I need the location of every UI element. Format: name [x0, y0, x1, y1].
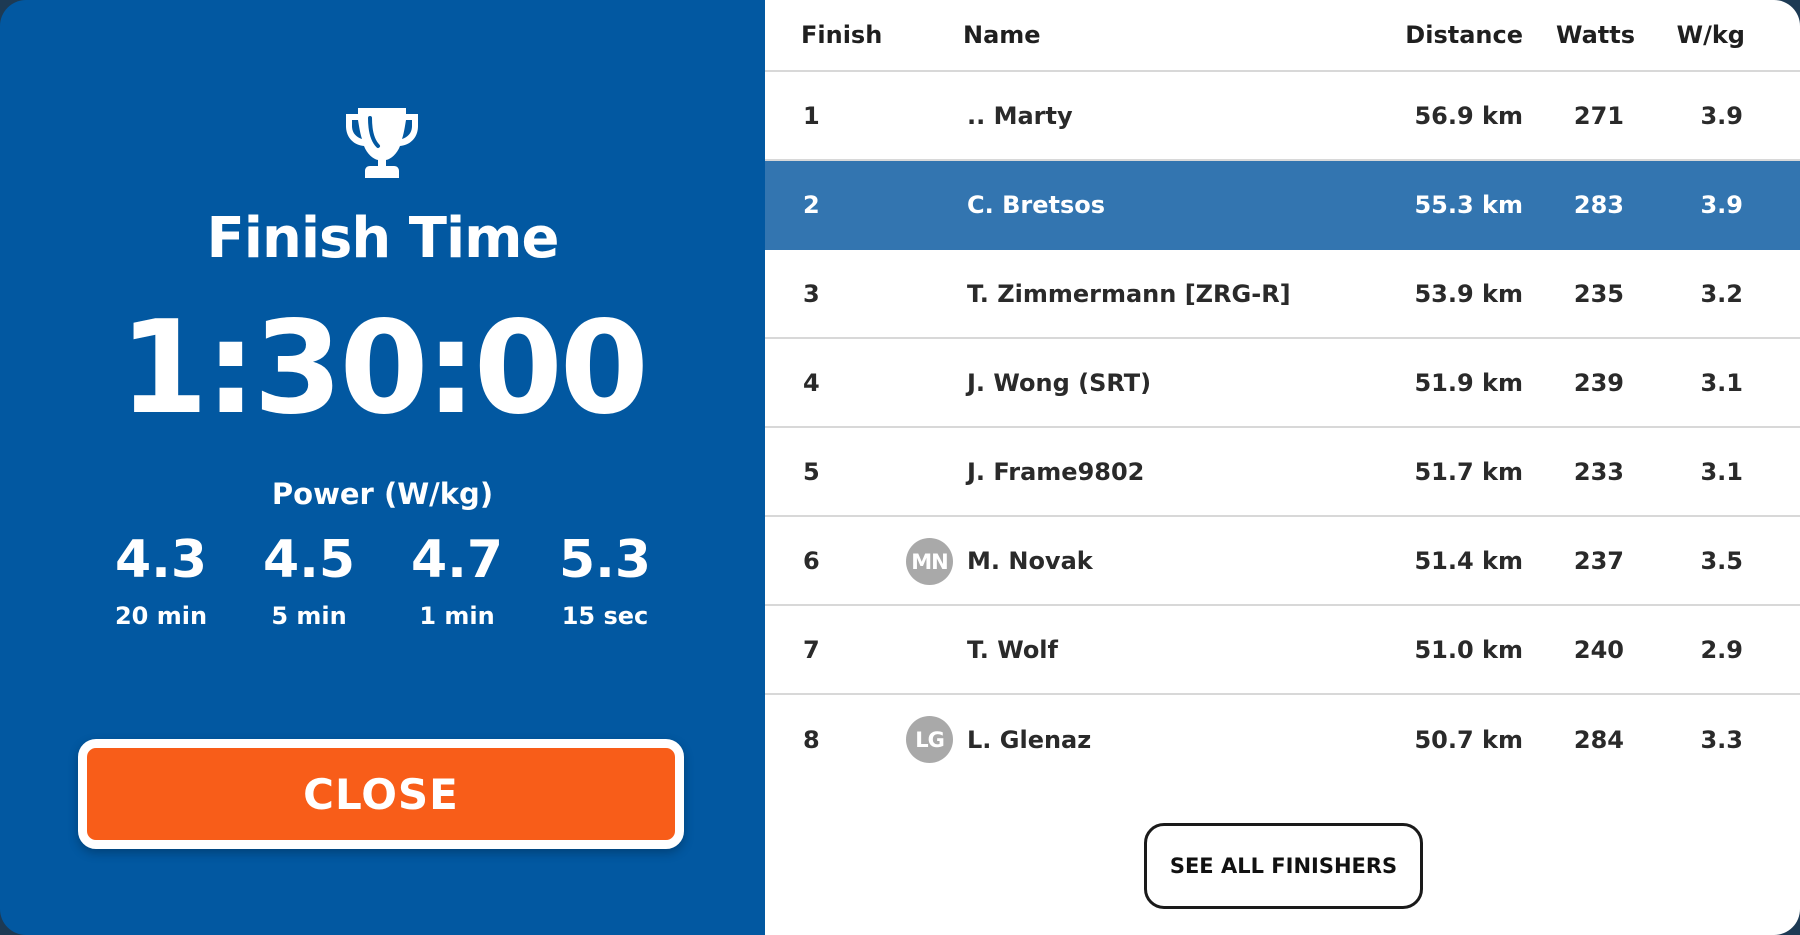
row-distance: 51.0 km — [1414, 635, 1523, 664]
table-row[interactable]: 3 T. Zimmermann [ZRG-R] 53.9 km 235 3.2 — [765, 250, 1800, 339]
row-wkg: 3.1 — [1700, 368, 1743, 397]
row-finish: 1 — [803, 101, 820, 130]
close-button[interactable]: CLOSE — [78, 739, 684, 849]
avatar: MN — [906, 538, 953, 585]
power-stat-15sec: 5.3 15 sec — [532, 530, 678, 630]
finish-time-label: Finish Time — [206, 206, 560, 271]
row-distance: 51.9 km — [1414, 368, 1523, 397]
row-distance: 56.9 km — [1414, 101, 1523, 130]
row-distance: 55.3 km — [1414, 190, 1523, 219]
power-stats: 4.3 20 min 4.5 5 min 4.7 1 min 5.3 15 se… — [88, 530, 678, 630]
row-finish: 3 — [803, 279, 820, 308]
header-distance[interactable]: Distance — [1405, 0, 1523, 70]
header-watts[interactable]: Watts — [1556, 0, 1635, 70]
row-watts: 235 — [1573, 279, 1624, 308]
finish-time-value: 1:30:00 — [119, 294, 649, 443]
table-row[interactable]: 6 MN M. Novak 51.4 km 237 3.5 — [765, 517, 1800, 606]
table-header: Finish Name Distance Watts W/kg — [765, 0, 1800, 72]
row-finish: 5 — [803, 457, 820, 486]
row-wkg: 3.9 — [1700, 101, 1743, 130]
row-watts: 237 — [1573, 546, 1624, 575]
power-value: 4.5 — [262, 530, 356, 590]
header-name[interactable]: Name — [963, 0, 1041, 70]
row-finish: 6 — [803, 546, 820, 575]
header-finish[interactable]: Finish — [801, 0, 882, 70]
finishers-list: 1 .. Marty 56.9 km 271 3.9 2 C. Bretsos … — [765, 72, 1800, 784]
power-period: 20 min — [114, 602, 208, 630]
row-wkg: 3.1 — [1700, 457, 1743, 486]
table-row-highlighted[interactable]: 2 C. Bretsos 55.3 km 283 3.9 — [765, 161, 1800, 250]
row-finish: 2 — [803, 190, 820, 219]
row-name: J. Frame9802 — [967, 457, 1145, 486]
row-watts: 233 — [1573, 457, 1624, 486]
row-name: M. Novak — [967, 546, 1093, 575]
row-wkg: 3.9 — [1700, 190, 1743, 219]
row-name: .. Marty — [967, 101, 1073, 130]
row-distance: 50.7 km — [1414, 725, 1523, 754]
row-distance: 51.4 km — [1414, 546, 1523, 575]
power-value: 4.7 — [410, 530, 504, 590]
row-finish: 4 — [803, 368, 820, 397]
row-wkg: 2.9 — [1700, 635, 1743, 664]
row-name: J. Wong (SRT) — [967, 368, 1152, 397]
power-stat-20min: 4.3 20 min — [88, 530, 234, 630]
power-period: 1 min — [419, 602, 495, 630]
table-row[interactable]: 5 J. Frame9802 51.7 km 233 3.1 — [765, 428, 1800, 517]
trophy-icon — [346, 108, 418, 178]
power-value: 5.3 — [558, 530, 652, 590]
row-watts: 271 — [1573, 101, 1624, 130]
row-name: C. Bretsos — [967, 190, 1106, 219]
finish-results-modal: Finish Time 1:30:00 Power (W/kg) 4.3 20 … — [0, 0, 1800, 935]
finishers-table-panel: Finish Name Distance Watts W/kg 1 .. Mar… — [765, 0, 1800, 935]
row-wkg: 3.2 — [1700, 279, 1743, 308]
row-finish: 8 — [803, 725, 820, 754]
row-name: T. Wolf — [967, 635, 1058, 664]
power-period: 5 min — [271, 602, 347, 630]
header-wkg[interactable]: W/kg — [1677, 0, 1745, 70]
power-label: Power (W/kg) — [271, 477, 494, 511]
table-row[interactable]: 1 .. Marty 56.9 km 271 3.9 — [765, 72, 1800, 161]
row-watts: 283 — [1573, 190, 1624, 219]
row-wkg: 3.3 — [1700, 725, 1743, 754]
avatar: LG — [906, 716, 953, 763]
row-name: L. Glenaz — [967, 725, 1092, 754]
row-watts: 239 — [1573, 368, 1624, 397]
see-all-finishers-button[interactable]: SEE ALL FINISHERS — [1144, 823, 1423, 909]
power-stat-5min: 4.5 5 min — [236, 530, 382, 630]
power-value: 4.3 — [114, 530, 208, 590]
row-distance: 51.7 km — [1414, 457, 1523, 486]
table-row[interactable]: 4 J. Wong (SRT) 51.9 km 239 3.1 — [765, 339, 1800, 428]
power-stat-1min: 4.7 1 min — [384, 530, 530, 630]
row-wkg: 3.5 — [1700, 546, 1743, 575]
row-distance: 53.9 km — [1414, 279, 1523, 308]
row-watts: 284 — [1573, 725, 1624, 754]
row-name: T. Zimmermann [ZRG-R] — [967, 279, 1291, 308]
power-period: 15 sec — [561, 602, 649, 630]
row-watts: 240 — [1573, 635, 1624, 664]
finish-summary-panel: Finish Time 1:30:00 Power (W/kg) 4.3 20 … — [0, 0, 765, 935]
table-row[interactable]: 8 LG L. Glenaz 50.7 km 284 3.3 — [765, 695, 1800, 784]
table-row[interactable]: 7 T. Wolf 51.0 km 240 2.9 — [765, 606, 1800, 695]
row-finish: 7 — [803, 635, 820, 664]
